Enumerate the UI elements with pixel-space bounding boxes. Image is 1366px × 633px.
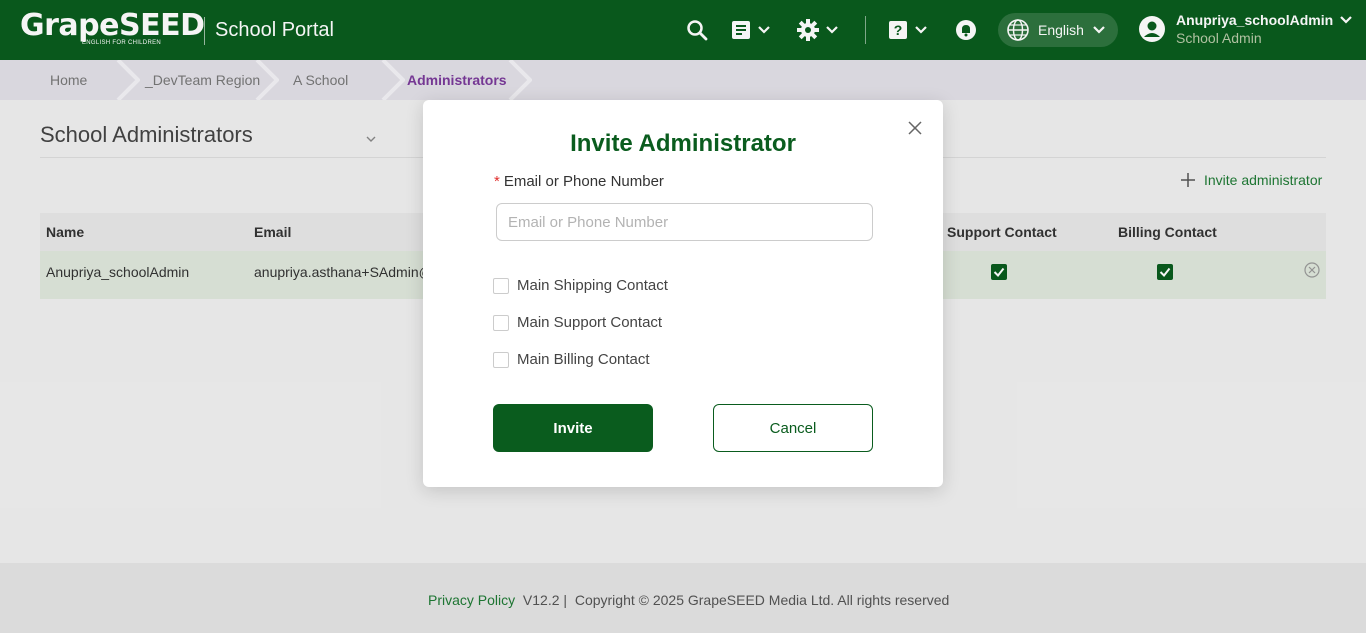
main-shipping-contact-checkbox[interactable] [493, 277, 509, 294]
main-support-contact-label: Main Support Contact [517, 314, 663, 331]
main-billing-contact-checkbox[interactable] [493, 351, 509, 368]
required-marker: * [494, 173, 500, 190]
main-support-contact-option[interactable]: Main Support Contact [493, 314, 662, 331]
main-shipping-contact-option[interactable]: Main Shipping Contact [493, 277, 668, 294]
email-phone-label: * Email or Phone Number [494, 173, 664, 190]
main-billing-contact-option[interactable]: Main Billing Contact [493, 351, 650, 368]
main-shipping-contact-label: Main Shipping Contact [517, 277, 668, 294]
email-phone-label-text: Email or Phone Number [503, 173, 664, 190]
invite-button[interactable]: Invite [493, 404, 653, 452]
invite-administrator-dialog: Invite Administrator * Email or Phone Num… [423, 100, 943, 487]
cancel-button[interactable]: Cancel [713, 404, 873, 452]
email-phone-input[interactable] [496, 203, 873, 241]
close-icon[interactable] [905, 118, 925, 138]
main-billing-contact-label: Main Billing Contact [517, 351, 650, 368]
dialog-title: Invite Administrator [570, 130, 796, 157]
main-support-contact-checkbox[interactable] [493, 314, 509, 331]
